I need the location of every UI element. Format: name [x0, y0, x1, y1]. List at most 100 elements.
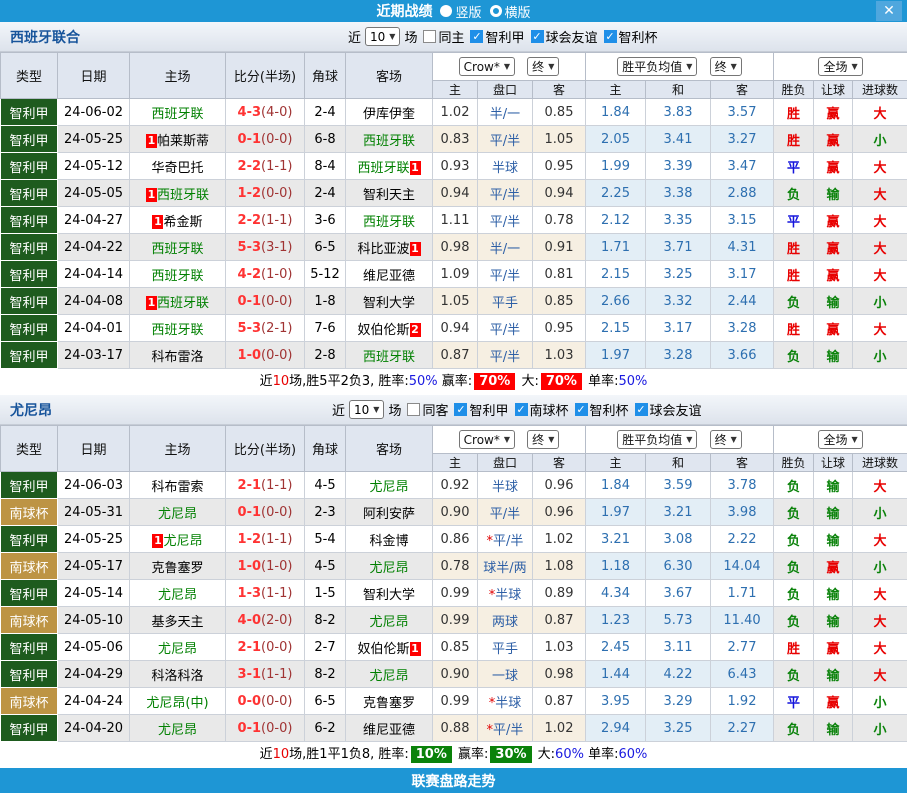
- avg-away: 2.88: [711, 180, 774, 207]
- odds-home: 0.93: [433, 153, 478, 180]
- odds-away: 0.85: [533, 99, 586, 126]
- home-team: 尤尼昂(中): [130, 688, 226, 715]
- col-date: 日期: [58, 53, 130, 99]
- league-filter[interactable]: ✓球会友谊: [531, 27, 598, 46]
- league-filter[interactable]: ✓智利甲: [454, 400, 508, 419]
- result-handicap: 输: [814, 472, 853, 499]
- checkbox-icon[interactable]: ✓: [531, 30, 544, 43]
- home-team: 尤尼昂: [130, 715, 226, 742]
- match-row: 智利甲24-04-14西班牙联4-2(1-0)5-12维尼亚德1.09平/半0.…: [1, 261, 907, 288]
- odds-final-value: 终: [532, 58, 544, 75]
- result-goals: 小: [853, 553, 907, 580]
- checkbox-icon[interactable]: [407, 403, 420, 416]
- avg-away: 3.28: [711, 315, 774, 342]
- summary-part: 60%: [618, 747, 647, 762]
- layout-radio-vertical[interactable]: 竖版: [440, 2, 481, 21]
- result-goals: 小: [853, 688, 907, 715]
- match-date: 24-04-27: [58, 207, 130, 234]
- checkbox-icon[interactable]: [423, 30, 436, 43]
- checkbox-icon[interactable]: ✓: [454, 403, 467, 416]
- checkbox-icon[interactable]: ✓: [604, 30, 617, 43]
- summary-part: 近: [260, 747, 273, 762]
- summary-part: 50%: [409, 374, 438, 389]
- odds-group-header: Crow*▼ 终▼: [433, 53, 586, 81]
- odds-group-header: Crow*▼ 终▼: [433, 426, 586, 454]
- result-handicap: 赢: [814, 126, 853, 153]
- avg-away: 3.17: [711, 261, 774, 288]
- section-home-team: 西班牙联合 近 10 ▼ 场 同主 ✓智利甲✓球会友谊✓智利杯: [0, 22, 907, 395]
- checkbox-icon[interactable]: ✓: [515, 403, 528, 416]
- avg-draw: 6.30: [646, 553, 711, 580]
- match-score: 1-0(1-0): [226, 553, 305, 580]
- same-venue-filter[interactable]: 同主: [423, 27, 464, 46]
- result-handicap: 赢: [814, 688, 853, 715]
- result-wdl: 负: [774, 342, 814, 369]
- avg-type-select[interactable]: 胜平负均值▼: [617, 57, 697, 76]
- corner-score: 3-6: [305, 207, 346, 234]
- col-type: 类型: [1, 426, 58, 472]
- odds-line: 平/半: [478, 499, 533, 526]
- result-wdl: 胜: [774, 99, 814, 126]
- league-filter[interactable]: ✓智利杯: [604, 27, 658, 46]
- match-date: 24-06-02: [58, 99, 130, 126]
- match-count-select[interactable]: 10 ▼: [365, 27, 400, 46]
- avg-type-value: 胜平负均值: [622, 58, 682, 75]
- checkbox-icon[interactable]: ✓: [470, 30, 483, 43]
- result-wdl: 平: [774, 688, 814, 715]
- avg-away: 3.78: [711, 472, 774, 499]
- corner-score: 5-4: [305, 526, 346, 553]
- avg-final-select[interactable]: 终▼: [710, 57, 742, 76]
- chevron-down-icon: ▼: [851, 435, 857, 444]
- league-filter-group: ✓智利甲 ✓球会友谊 ✓智利杯: [464, 27, 657, 46]
- odds-line: *半球: [478, 688, 533, 715]
- red-card-badge: 1: [152, 215, 163, 229]
- avg-away: 1.71: [711, 580, 774, 607]
- close-button[interactable]: ✕: [876, 1, 902, 21]
- bookmaker-select[interactable]: Crow*▼: [459, 430, 515, 449]
- avg-home: 1.18: [586, 553, 646, 580]
- scope-select[interactable]: 全场▼: [818, 430, 862, 449]
- result-wdl: 平: [774, 153, 814, 180]
- result-wdl: 负: [774, 607, 814, 634]
- league-filter[interactable]: ✓球会友谊: [635, 400, 702, 419]
- corner-score: 8-2: [305, 661, 346, 688]
- odds-line: 一球: [478, 661, 533, 688]
- odds-final-select[interactable]: 终▼: [527, 430, 559, 449]
- league-badge: 智利甲: [1, 580, 58, 607]
- match-score: 0-1(0-0): [226, 288, 305, 315]
- filter-bar: 西班牙联合 近 10 ▼ 场 同主 ✓智利甲✓球会友谊✓智利杯: [0, 22, 907, 52]
- league-filter[interactable]: ✓智利甲: [470, 27, 524, 46]
- checkbox-icon[interactable]: ✓: [635, 403, 648, 416]
- checkbox-icon[interactable]: ✓: [575, 403, 588, 416]
- red-card-badge: 1: [146, 188, 157, 202]
- avg-draw: 3.38: [646, 180, 711, 207]
- result-goals: 小: [853, 715, 907, 742]
- match-score: 2-1(0-0): [226, 634, 305, 661]
- league-badge: 智利甲: [1, 315, 58, 342]
- bookmaker-select[interactable]: Crow*▼: [459, 57, 515, 76]
- red-card-badge: 1: [410, 161, 421, 175]
- result-goals: 大: [853, 153, 907, 180]
- avg-type-select[interactable]: 胜平负均值▼: [617, 430, 697, 449]
- col-date: 日期: [58, 426, 130, 472]
- same-venue-filter[interactable]: 同客: [407, 400, 448, 419]
- avg-home: 2.25: [586, 180, 646, 207]
- corner-score: 2-4: [305, 180, 346, 207]
- layout-radio-horizontal[interactable]: 横版: [490, 2, 531, 21]
- league-badge: 智利甲: [1, 526, 58, 553]
- odds-away: 0.91: [533, 234, 586, 261]
- league-filter[interactable]: ✓南球杯: [515, 400, 569, 419]
- red-card-badge: 1: [410, 242, 421, 256]
- odds-away: 0.87: [533, 688, 586, 715]
- col-type: 类型: [1, 53, 58, 99]
- avg-final-select[interactable]: 终▼: [710, 430, 742, 449]
- match-date: 24-05-25: [58, 526, 130, 553]
- league-badge: 智利甲: [1, 261, 58, 288]
- odds-home: 1.09: [433, 261, 478, 288]
- same-venue-label: 同客: [422, 400, 448, 419]
- league-filter[interactable]: ✓智利杯: [575, 400, 629, 419]
- scope-select[interactable]: 全场▼: [818, 57, 862, 76]
- avg-type-value: 胜平负均值: [622, 431, 682, 448]
- match-count-select[interactable]: 10 ▼: [349, 400, 384, 419]
- odds-final-select[interactable]: 终▼: [527, 57, 559, 76]
